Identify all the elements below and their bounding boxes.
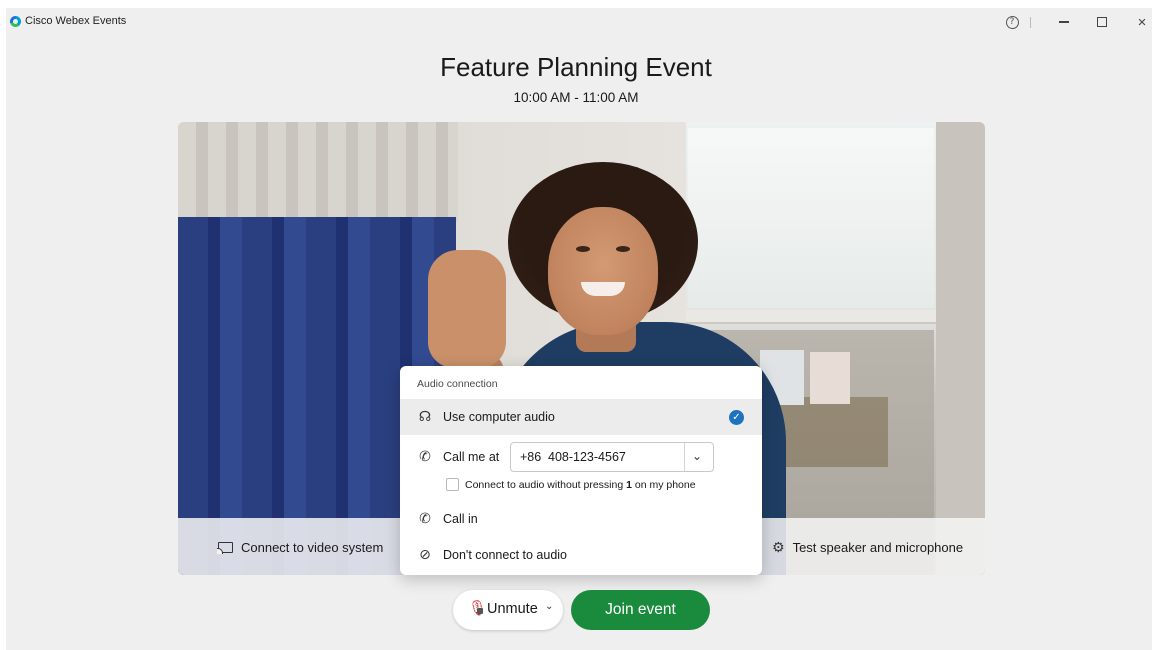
check-icon: ✓ bbox=[729, 410, 744, 425]
maximize-icon bbox=[1097, 17, 1107, 27]
phone-callin-icon: ✆ bbox=[419, 511, 431, 527]
waving-hand bbox=[428, 250, 506, 368]
help-icon: ? bbox=[1005, 15, 1019, 29]
option-label: Use computer audio bbox=[443, 410, 555, 424]
event-title: Feature Planning Event bbox=[440, 52, 712, 82]
test-speaker-button[interactable]: ⚙ Test speaker and microphone bbox=[772, 540, 963, 555]
title-bar: Cisco Webex Events ? × bbox=[6, 8, 1152, 36]
option-label: Call me at bbox=[443, 450, 500, 464]
chevron-down-icon[interactable]: ⌄ bbox=[545, 601, 553, 612]
audio-connection-popup: Audio connection ☊ Use computer audio ✓ … bbox=[400, 366, 762, 575]
minimize-button[interactable] bbox=[1052, 12, 1076, 32]
no-audio-icon: ⊘ bbox=[419, 547, 431, 563]
connect-without-pressing-checkbox[interactable] bbox=[446, 478, 459, 491]
app-title: Cisco Webex Events bbox=[25, 15, 127, 27]
join-event-button[interactable]: Join event bbox=[571, 590, 710, 630]
close-button[interactable]: × bbox=[1130, 12, 1152, 32]
connect-video-label: Connect to video system bbox=[241, 540, 384, 555]
maximize-button[interactable] bbox=[1090, 12, 1114, 32]
country-code: +86 bbox=[520, 450, 542, 464]
phone-callback-icon: ✆ bbox=[419, 449, 431, 465]
minimize-icon bbox=[1059, 21, 1069, 23]
webex-logo-icon bbox=[10, 16, 21, 27]
headset-icon: ☊ bbox=[418, 409, 432, 425]
connect-without-pressing-option[interactable]: Connect to audio without pressing 1 on m… bbox=[400, 478, 762, 494]
phone-number: 408-123-4567 bbox=[548, 450, 626, 464]
popup-title: Audio connection bbox=[417, 378, 498, 390]
event-time: 10:00 AM - 11:00 AM bbox=[513, 90, 639, 105]
option-call-me[interactable]: ✆ Call me at +86 408-123-4567 ⌄ bbox=[400, 442, 762, 472]
gear-icon: ⚙ bbox=[772, 539, 785, 556]
option-computer-audio[interactable]: ☊ Use computer audio ✓ bbox=[400, 399, 762, 435]
option-label: Don't connect to audio bbox=[443, 548, 567, 562]
option-label: Call in bbox=[443, 512, 478, 526]
close-icon: × bbox=[1137, 13, 1147, 31]
phone-number-field[interactable]: +86 408-123-4567 ⌄ bbox=[510, 442, 714, 472]
titlebar-divider bbox=[1030, 17, 1031, 28]
chevron-down-icon[interactable]: ⌄ bbox=[692, 449, 702, 463]
option-call-in[interactable]: ✆ Call in bbox=[400, 508, 762, 530]
option-dont-connect[interactable]: ⊘ Don't connect to audio bbox=[400, 544, 762, 566]
help-button[interactable]: ? bbox=[1000, 12, 1024, 32]
unmute-button[interactable]: 🎙 Unmute ⌄ bbox=[453, 590, 563, 630]
unmute-label: Unmute bbox=[487, 601, 538, 617]
connect-video-system-button[interactable]: Connect to video system bbox=[217, 540, 384, 555]
test-speaker-label: Test speaker and microphone bbox=[792, 540, 964, 555]
cast-icon bbox=[217, 542, 233, 554]
checkbox-label: Connect to audio without pressing 1 on m… bbox=[465, 479, 696, 491]
